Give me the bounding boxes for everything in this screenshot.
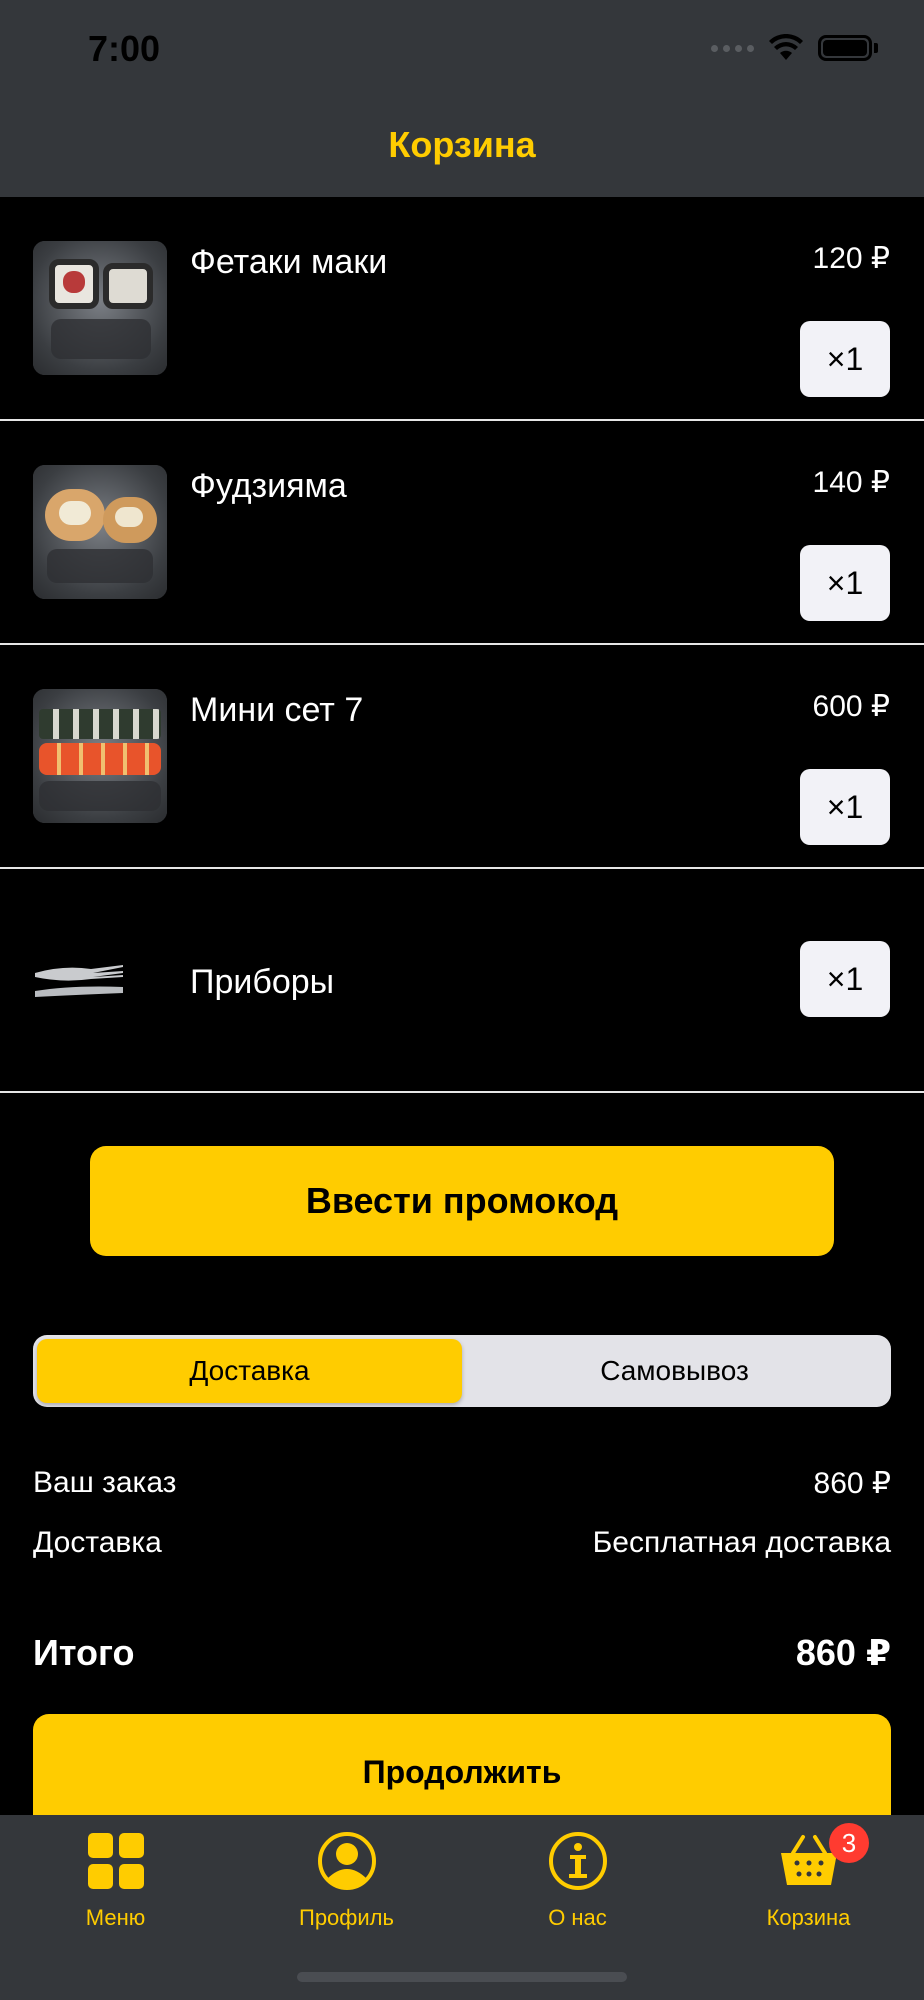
tab-label: О нас bbox=[548, 1905, 607, 1930]
grid-icon bbox=[87, 1833, 144, 1889]
tab-menu[interactable]: Меню bbox=[0, 1815, 231, 2000]
item-name: Мини сет 7 bbox=[190, 691, 364, 729]
info-icon bbox=[548, 1832, 607, 1890]
cart-item[interactable]: Фудзияма 140 ₽ ×1 bbox=[0, 421, 924, 645]
continue-button[interactable]: Продолжить bbox=[33, 1714, 891, 1824]
segment-delivery[interactable]: Доставка bbox=[37, 1339, 462, 1403]
profile-icon bbox=[317, 1832, 376, 1890]
delivery-label: Доставка bbox=[33, 1526, 162, 1559]
quantity-button[interactable]: ×1 bbox=[800, 545, 890, 621]
wifi-icon bbox=[769, 34, 803, 60]
home-indicator bbox=[297, 1972, 627, 1982]
battery-icon bbox=[818, 35, 872, 61]
item-price: 600 ₽ bbox=[812, 690, 890, 723]
item-name: Фетаки маки bbox=[190, 243, 388, 281]
cutlery-icon bbox=[35, 965, 123, 997]
item-name: Приборы bbox=[190, 963, 335, 1001]
tab-label: Корзина bbox=[766, 1905, 851, 1930]
quantity-button[interactable]: ×1 bbox=[800, 321, 890, 397]
battery-tip bbox=[874, 43, 878, 53]
cart-item[interactable]: Фетаки маки 120 ₽ ×1 bbox=[0, 197, 924, 421]
total-value: 860 ₽ bbox=[795, 1632, 891, 1673]
item-price: 140 ₽ bbox=[812, 466, 890, 499]
total-label: Итого bbox=[33, 1632, 135, 1673]
tab-label: Профиль bbox=[299, 1905, 394, 1930]
cart-item[interactable]: Мини сет 7 600 ₽ ×1 bbox=[0, 645, 924, 869]
item-price: 120 ₽ bbox=[812, 242, 890, 275]
product-image bbox=[33, 465, 167, 599]
product-image bbox=[33, 689, 167, 823]
status-icons bbox=[711, 34, 878, 62]
page-title: Корзина bbox=[388, 124, 536, 165]
product-image bbox=[33, 241, 167, 375]
top-bar: 7:00 Корзина bbox=[0, 0, 924, 197]
promo-code-button[interactable]: Ввести промокод bbox=[90, 1146, 834, 1256]
segment-pickup[interactable]: Самовывоз bbox=[462, 1339, 887, 1403]
item-name: Фудзияма bbox=[190, 467, 347, 505]
order-row: Ваш заказ 860 ₽ bbox=[33, 1466, 891, 1501]
tab-cart[interactable]: Корзина 3 bbox=[693, 1815, 924, 2000]
cart-count-badge: 3 bbox=[829, 1823, 869, 1863]
delivery-mode-segmented: Доставка Самовывоз bbox=[33, 1335, 891, 1407]
status-time: 7:00 bbox=[88, 28, 161, 69]
tab-label: Меню bbox=[85, 1905, 146, 1930]
delivery-value: Бесплатная доставка bbox=[592, 1526, 891, 1559]
quantity-button[interactable]: ×1 bbox=[800, 769, 890, 845]
delivery-row: Доставка Бесплатная доставка bbox=[33, 1526, 891, 1560]
cutlery-item[interactable]: Приборы ×1 bbox=[0, 869, 924, 1093]
quantity-button[interactable]: ×1 bbox=[800, 941, 890, 1017]
total-row: Итого 860 ₽ bbox=[33, 1632, 891, 1674]
order-label: Ваш заказ bbox=[33, 1466, 177, 1499]
cellular-signal-icon bbox=[711, 44, 754, 52]
cart-list: Фетаки маки 120 ₽ ×1 Фудзияма 140 ₽ ×1 М… bbox=[0, 197, 924, 1093]
order-value: 860 ₽ bbox=[813, 1467, 891, 1500]
